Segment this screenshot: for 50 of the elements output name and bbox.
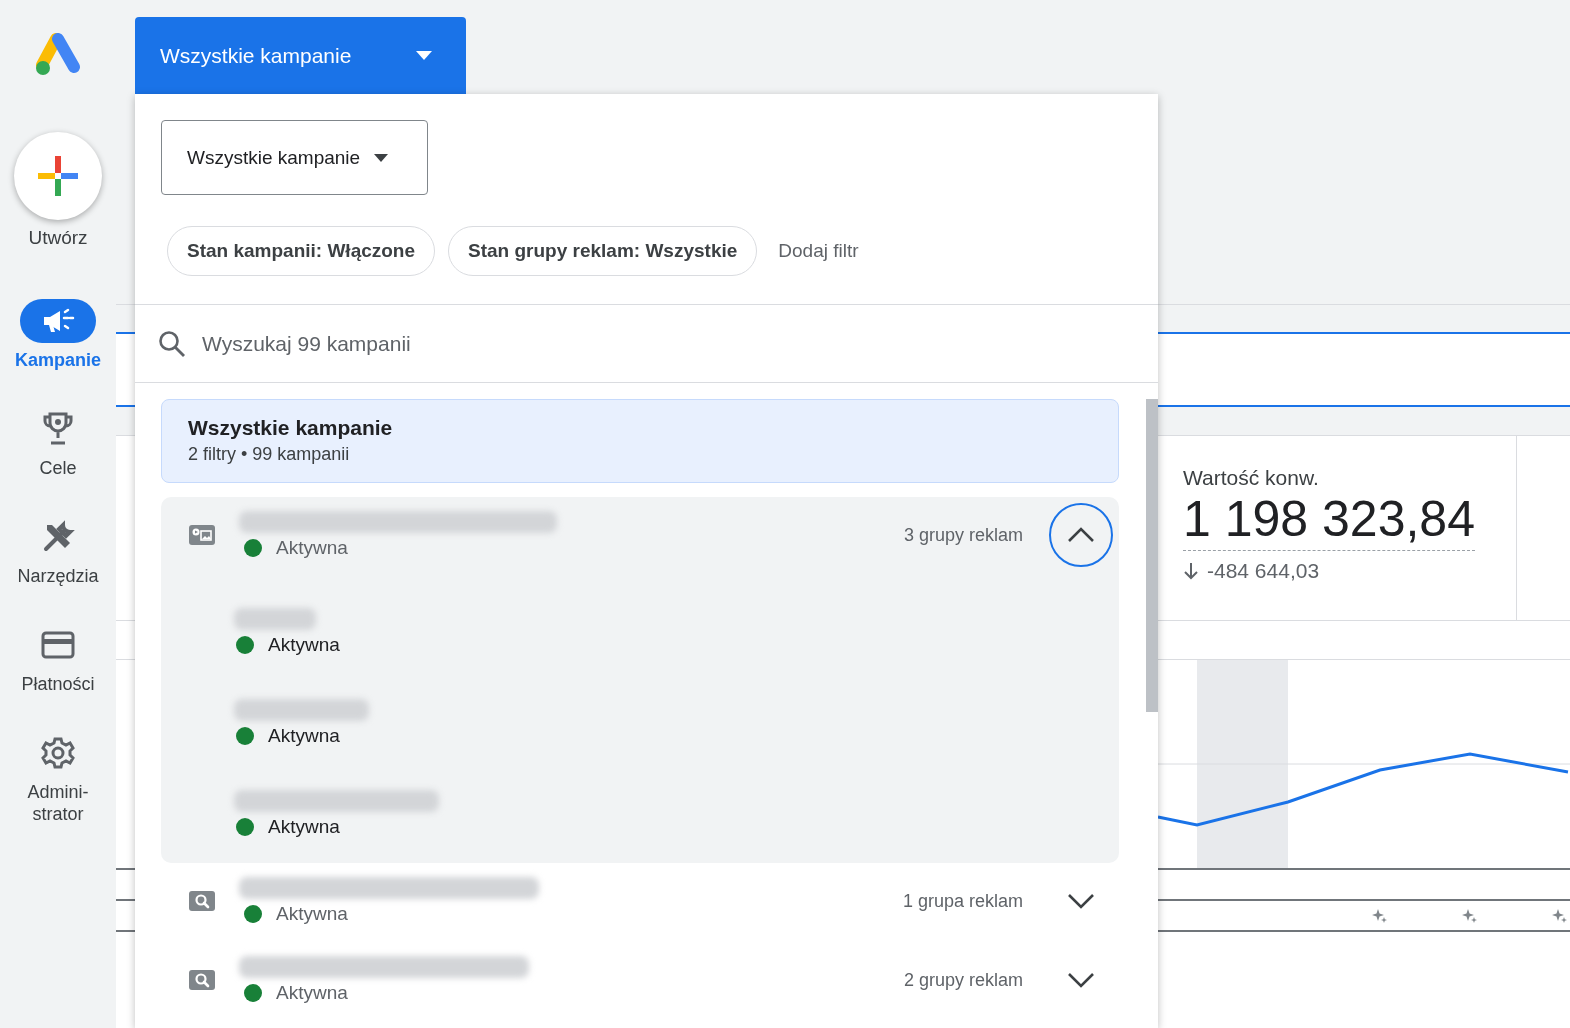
filter-chip[interactable]: Stan kampanii: Włączone — [167, 226, 436, 276]
campaign-scope-dropdown[interactable]: Wszystkie kampanie — [161, 120, 428, 195]
card-icon — [41, 631, 75, 659]
sparkle-icon — [1552, 907, 1568, 924]
app-logo — [34, 33, 82, 77]
ad-group-status: Aktywna — [268, 725, 340, 747]
all-campaigns-item[interactable]: Wszystkie kampanie 2 filtry • 99 kampanii — [161, 399, 1119, 483]
sparkle-icon — [1372, 907, 1388, 924]
ad-group-status: Aktywna — [268, 634, 340, 656]
campaign-status: Aktywna — [276, 903, 348, 925]
nav-item[interactable] — [20, 299, 96, 343]
nav-label: Cele — [39, 457, 77, 479]
ad-group-status: Aktywna — [268, 816, 340, 838]
chevron-up-icon — [1067, 527, 1095, 543]
ad-group-count: 2 grupy reklam — [903, 970, 1023, 991]
ad-group-count: 3 grupy reklam — [903, 525, 1023, 546]
plus-icon — [38, 156, 78, 196]
megaphone-icon — [41, 307, 75, 335]
search-icon — [158, 329, 186, 358]
nav-label: Kampanie — [15, 349, 101, 371]
dropdown-arrow-icon — [416, 51, 432, 60]
create-label: Utwórz — [28, 227, 88, 249]
nav-label: Admini-strator — [26, 781, 90, 825]
all-campaigns-title: Wszystkie kampanie — [188, 416, 394, 440]
sparkle-icon — [1462, 907, 1478, 924]
filter-chip[interactable]: Stan grupy reklam: Wszystkie — [448, 226, 758, 276]
stat-label: Wartość konw. — [1183, 466, 1319, 489]
campaign-picker[interactable]: Wszystkie kampanie — [135, 17, 466, 94]
dropdown-arrow-icon — [374, 153, 389, 162]
stat-change: -484 644,03 — [1207, 559, 1320, 583]
chevron-down-icon — [1067, 972, 1095, 988]
create-button[interactable] — [14, 132, 102, 220]
ad-group-count: 1 grupa reklam — [902, 891, 1023, 912]
stat-value: 1 198 323,84 — [1183, 490, 1475, 551]
add-filter-link[interactable]: Dodaj filtr — [778, 240, 859, 262]
scrollbar[interactable] — [1146, 399, 1158, 712]
campaign-status: Aktywna — [276, 982, 348, 1004]
arrow-down-icon — [1183, 562, 1199, 580]
gear-icon — [41, 736, 75, 770]
campaign-status: Aktywna — [276, 537, 348, 559]
nav-label: Płatności — [21, 673, 95, 695]
search-field[interactable]: Wyszukaj 99 kampanii — [200, 330, 804, 357]
trophy-icon — [41, 411, 75, 447]
expand-toggle[interactable] — [1049, 503, 1113, 567]
all-campaigns-subtitle: 2 filtry • 99 kampanii — [188, 444, 351, 465]
search-ad-icon — [189, 970, 215, 990]
nav-label: Narzędzia — [17, 565, 99, 587]
search-ad-icon — [189, 891, 215, 911]
chevron-down-icon — [1067, 893, 1095, 909]
image-ad-icon — [189, 525, 215, 545]
